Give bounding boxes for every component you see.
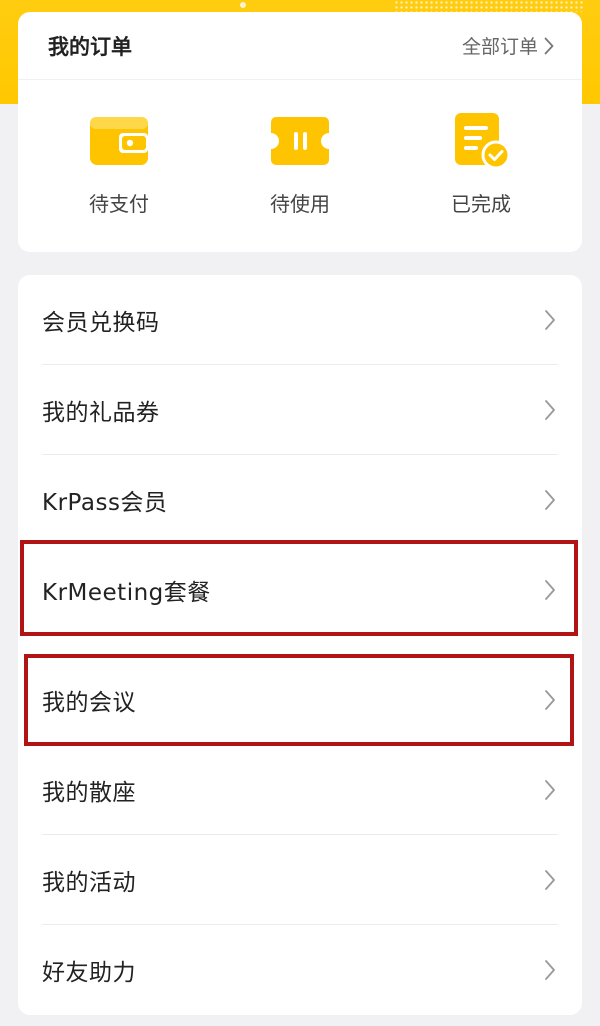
menu-item-krpass-membership[interactable]: KrPass会员 (18, 455, 582, 545)
wallet-icon (88, 110, 150, 172)
decorative-dots (394, 0, 584, 12)
menu-item-label: KrMeeting套餐 (42, 580, 211, 606)
order-status-completed[interactable]: 已完成 (426, 110, 536, 217)
order-status-row: 待支付 待使用 已完成 (18, 80, 582, 217)
menu-item-label: 会员兑换码 (42, 310, 160, 336)
chevron-right-icon (544, 309, 556, 331)
chevron-right-icon (544, 579, 556, 601)
order-status-label: 已完成 (451, 192, 511, 216)
orders-header: 我的订单 全部订单 (18, 12, 582, 80)
menu-item-label: 好友助力 (42, 960, 136, 986)
menu-item-my-events[interactable]: 我的活动 (18, 835, 582, 925)
chevron-right-icon (544, 959, 556, 981)
menu-item-krmeeting-package[interactable]: KrMeeting套餐 (18, 545, 582, 635)
ticket-icon (269, 110, 331, 172)
menu-item-label: 我的礼品券 (42, 400, 160, 426)
all-orders-label: 全部订单 (461, 36, 538, 58)
order-status-pending-payment[interactable]: 待支付 (64, 110, 174, 217)
menu-item-my-hot-desks[interactable]: 我的散座 (18, 745, 582, 835)
menu-item-friend-boost[interactable]: 好友助力 (18, 925, 582, 1015)
menu-item-my-meetings[interactable]: 我的会议 (18, 655, 582, 745)
decorative-sparkle (240, 2, 246, 8)
chevron-right-icon (544, 689, 556, 711)
chevron-right-icon (544, 869, 556, 891)
completed-document-icon (450, 110, 512, 172)
menu-item-member-redeem-code[interactable]: 会员兑换码 (18, 275, 582, 365)
menu-card: 会员兑换码 我的礼品券 KrPass会员 KrMeeting套餐 我的会议 我的… (18, 275, 582, 1015)
menu-item-my-gift-vouchers[interactable]: 我的礼品券 (18, 365, 582, 455)
chevron-right-icon (544, 489, 556, 511)
menu-item-label: 我的活动 (42, 870, 136, 896)
chevron-right-icon (544, 37, 554, 55)
chevron-right-icon (544, 399, 556, 421)
order-status-label: 待使用 (270, 192, 330, 216)
my-page: 我的订单 全部订单 待支付 待使用 已完成 会员兑换码 我的礼品券 KrPass… (0, 0, 600, 1026)
orders-card: 我的订单 全部订单 待支付 待使用 已完成 (18, 12, 582, 252)
menu-item-label: 我的会议 (42, 690, 136, 716)
menu-item-label: 我的散座 (42, 780, 136, 806)
chevron-right-icon (544, 779, 556, 801)
all-orders-link[interactable]: 全部订单 (462, 32, 554, 59)
order-status-label: 待支付 (89, 192, 149, 216)
orders-title: 我的订单 (48, 34, 132, 59)
menu-item-label: KrPass会员 (42, 490, 168, 516)
order-status-to-use[interactable]: 待使用 (245, 110, 355, 217)
